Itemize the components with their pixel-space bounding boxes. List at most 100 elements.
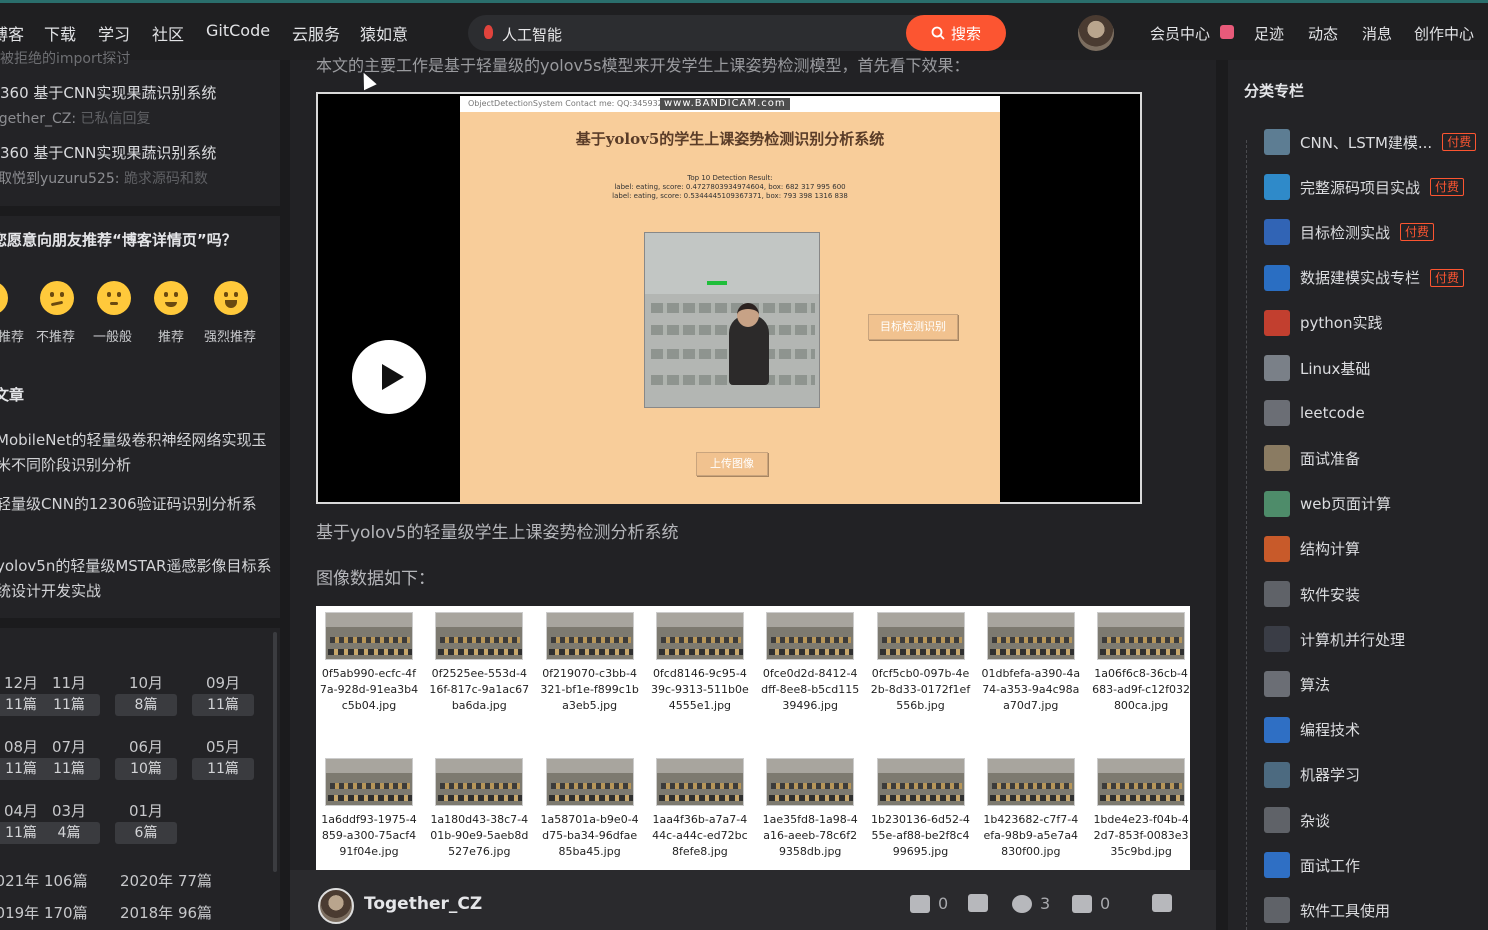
gallery-thumbnail[interactable] xyxy=(766,758,855,806)
archive-count[interactable]: 11篇 xyxy=(192,694,254,716)
column-item[interactable]: leetcode xyxy=(1264,399,1365,427)
column-item[interactable]: 完整源码项目实战 付费 xyxy=(1264,173,1465,201)
archive-count[interactable]: 10篇 xyxy=(115,758,177,780)
column-item[interactable]: 目标检测实战 付费 xyxy=(1264,218,1435,246)
year-archive[interactable]: 2018年 96篇 xyxy=(120,902,212,923)
gallery-thumbnail[interactable] xyxy=(545,758,634,806)
nav-vip-center[interactable]: 会员中心 xyxy=(1150,23,1210,44)
year-archive[interactable]: 2020年 77篇 xyxy=(120,870,212,891)
detect-button[interactable]: 目标检测识别 xyxy=(868,314,958,340)
nav-download[interactable]: 下载 xyxy=(44,21,76,45)
comment-article-title[interactable]: 360 基于CNN实现果蔬识别系统 xyxy=(0,82,216,103)
column-thumbnail xyxy=(1264,445,1290,472)
archive-month[interactable]: 10月 xyxy=(115,672,177,693)
column-name: 软件工具使用 xyxy=(1300,901,1391,920)
gallery-thumbnail[interactable] xyxy=(655,758,744,806)
archive-month[interactable]: 09月 xyxy=(192,672,254,693)
favorite-button[interactable]: 3 xyxy=(1012,894,1050,913)
gallery-thumbnail[interactable] xyxy=(986,612,1075,660)
nav-community[interactable]: 社区 xyxy=(152,21,184,45)
article-link[interactable]: MobileNet的轻量级卷积神经网络实现玉米不同阶段识别分析 xyxy=(0,428,272,478)
video-player[interactable]: ObjectDetectionSystem Contact me: QQ:345… xyxy=(316,92,1142,504)
comment-button[interactable]: 0 xyxy=(1072,894,1110,913)
archive-month[interactable]: 05月 xyxy=(192,736,254,757)
nav-gitcode[interactable]: GitCode xyxy=(206,21,270,40)
nav-footprint[interactable]: 足迹 xyxy=(1254,23,1284,44)
archive-count[interactable]: 11篇 xyxy=(192,758,254,780)
nav-learn[interactable]: 学习 xyxy=(98,21,130,45)
archive-month[interactable]: 06月 xyxy=(115,736,177,757)
share-button[interactable] xyxy=(1152,894,1172,912)
column-item[interactable]: 计算机并行处理 xyxy=(1264,625,1405,653)
search-box[interactable]: 人工智能 搜索 xyxy=(468,15,1006,51)
gallery-thumbnail[interactable] xyxy=(325,758,413,806)
column-item[interactable]: CNN、LSTM建模... 付费 xyxy=(1264,128,1477,156)
archive-count[interactable]: 11篇 xyxy=(38,694,100,716)
gallery-thumbnail[interactable] xyxy=(986,758,1075,806)
gallery-thumbnail[interactable] xyxy=(1097,758,1186,806)
gallery-thumbnail[interactable] xyxy=(876,612,965,660)
like-button[interactable]: 0 xyxy=(910,894,948,913)
column-item[interactable]: 编程技术 xyxy=(1264,716,1360,744)
column-item[interactable]: 面试准备 xyxy=(1264,444,1360,472)
gallery-filename: 0f219070-c3bb-4321-bf1e-f899c1ba3eb5.jpg xyxy=(540,667,639,712)
nav-yuanruyi[interactable]: 猿如意 xyxy=(360,21,408,45)
comment-article-title[interactable]: 360 基于CNN实现果蔬识别系统 xyxy=(0,142,216,163)
column-item[interactable]: 机器学习 xyxy=(1264,761,1360,789)
archive-count[interactable]: 6篇 xyxy=(115,822,177,844)
face-recommend-icon[interactable] xyxy=(154,281,188,315)
archive-month[interactable]: 11月 xyxy=(38,672,100,693)
nav-dynamic[interactable]: 动态 xyxy=(1308,23,1338,44)
archive-month[interactable]: 01月 xyxy=(115,800,177,821)
archive-count[interactable]: 11篇 xyxy=(38,758,100,780)
author-avatar[interactable] xyxy=(318,888,354,924)
gallery-thumbnail[interactable] xyxy=(435,758,524,806)
archive-count[interactable]: 8篇 xyxy=(115,694,177,716)
column-thumbnail xyxy=(1264,264,1290,291)
archive-month[interactable]: 03月 xyxy=(38,800,100,821)
author-name[interactable]: Together_CZ xyxy=(364,894,482,914)
article-link[interactable]: yolov5n的轻量级MSTAR遥感影像目标系统设计开发实战 xyxy=(0,554,272,604)
gallery-thumbnail[interactable] xyxy=(435,612,524,660)
face-neutral-icon[interactable] xyxy=(97,281,131,315)
archive-month[interactable]: 07月 xyxy=(38,736,100,757)
column-item[interactable]: Linux基础 xyxy=(1264,354,1370,382)
play-icon[interactable] xyxy=(352,340,426,414)
face-not-recommend-icon[interactable] xyxy=(40,281,74,315)
dislike-button[interactable] xyxy=(968,894,988,912)
gallery-thumbnail[interactable] xyxy=(325,612,413,660)
gallery-thumbnail[interactable] xyxy=(545,612,634,660)
nav-messages[interactable]: 消息 xyxy=(1362,23,1392,44)
left-scrollbar[interactable] xyxy=(273,632,277,872)
article-link[interactable]: 轻量级CNN的12306验证码识别分析系 xyxy=(0,492,272,517)
column-item[interactable]: 软件工具使用 xyxy=(1264,896,1390,924)
gallery-thumbnail[interactable] xyxy=(876,758,965,806)
nav-creation-center[interactable]: 创作中心 xyxy=(1414,23,1474,44)
gallery-thumbnail[interactable] xyxy=(766,612,855,660)
share-icon xyxy=(1152,894,1172,912)
face-strongly-recommend-icon[interactable] xyxy=(214,281,248,315)
column-item[interactable]: 数据建模实战专栏 付费 xyxy=(1264,264,1465,292)
search-input[interactable]: 人工智能 xyxy=(502,24,562,45)
user-avatar[interactable] xyxy=(1078,15,1114,51)
search-icon xyxy=(931,26,945,40)
upload-button[interactable]: 上传图像 xyxy=(696,452,768,476)
column-item[interactable]: web页面计算 xyxy=(1264,490,1391,518)
gallery-thumbnail[interactable] xyxy=(655,612,744,660)
nav-blog[interactable]: 博客 xyxy=(0,21,24,45)
archive-count[interactable]: 4篇 xyxy=(38,822,100,844)
column-item[interactable]: 结构计算 xyxy=(1264,535,1360,563)
search-button[interactable]: 搜索 xyxy=(906,15,1006,51)
column-item[interactable]: 软件安装 xyxy=(1264,580,1360,608)
column-item[interactable]: 面试工作 xyxy=(1264,851,1360,879)
face-label: 不推荐 xyxy=(36,330,76,345)
divider xyxy=(1246,140,1247,930)
column-item[interactable]: 杂谈 xyxy=(1264,806,1330,834)
comment-text: 一取悦到yuzuru525: 跪求源码和数 xyxy=(0,171,208,187)
gallery-thumbnail[interactable] xyxy=(1097,612,1186,660)
year-archive[interactable]: 2019年 170篇 xyxy=(0,902,88,923)
year-archive[interactable]: 2021年 106篇 xyxy=(0,870,88,891)
column-item[interactable]: 算法 xyxy=(1264,670,1330,698)
nav-cloud[interactable]: 云服务 xyxy=(292,21,340,45)
column-item[interactable]: python实践 xyxy=(1264,309,1382,337)
